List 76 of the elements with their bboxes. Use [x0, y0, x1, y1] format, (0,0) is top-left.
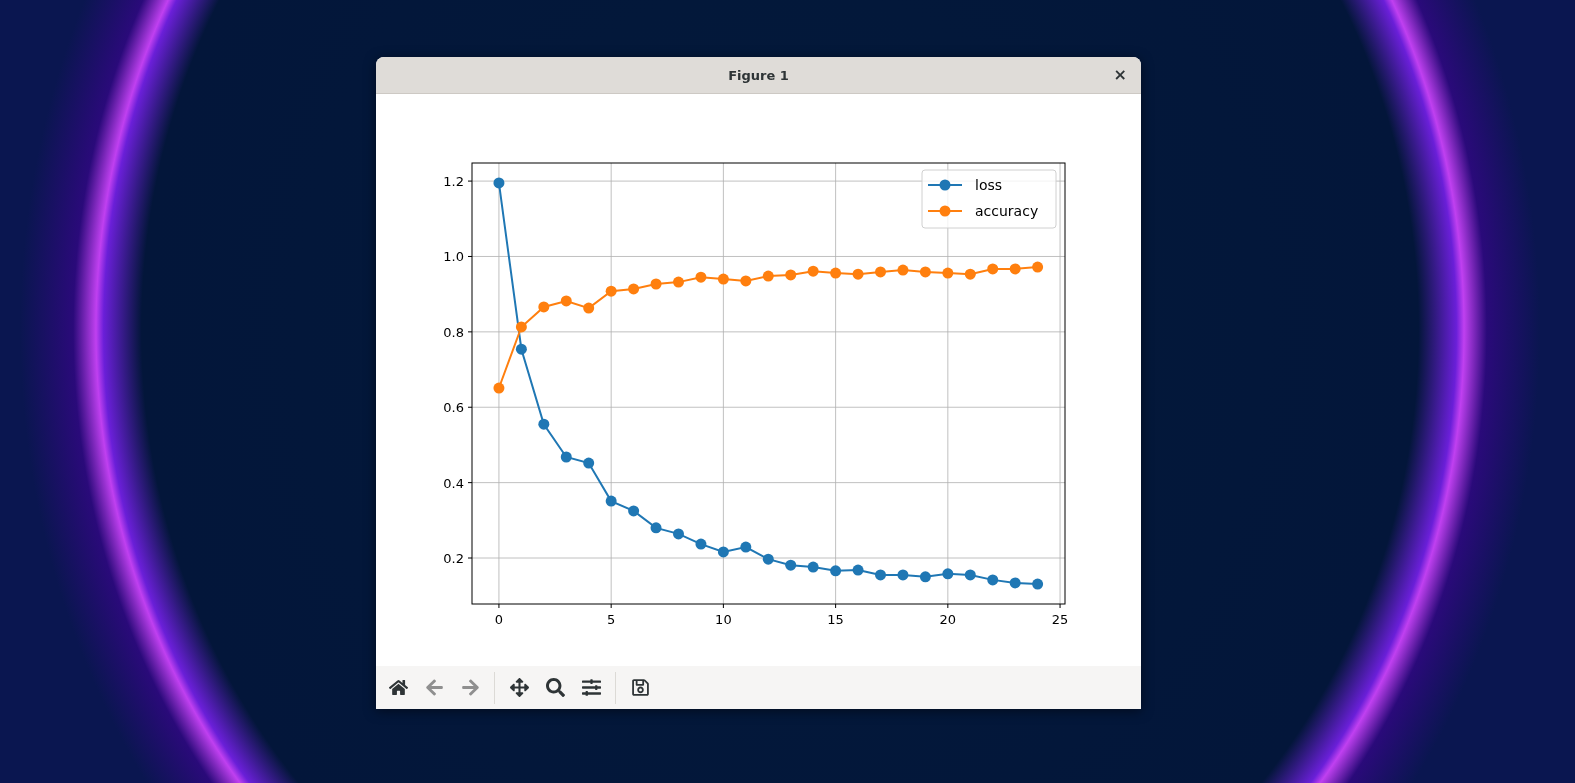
data-point: [695, 538, 707, 550]
y-tick-label: 0.8: [443, 324, 464, 340]
y-tick-label: 1.2: [443, 174, 464, 190]
data-point: [987, 263, 999, 275]
data-point: [605, 285, 617, 297]
data-point: [515, 321, 527, 333]
home-icon: [388, 678, 408, 697]
y-tick-label: 0.4: [443, 475, 464, 491]
data-point: [807, 561, 819, 573]
data-point: [987, 574, 999, 586]
data-point: [830, 565, 842, 577]
data-point: [628, 283, 640, 295]
legend-marker: [927, 179, 963, 191]
data-point: [650, 278, 662, 290]
data-point: [875, 266, 886, 278]
data-point: [605, 495, 617, 507]
data-point: [628, 505, 640, 517]
data-point: [785, 559, 797, 571]
data-point: [852, 564, 864, 576]
data-point: [560, 295, 572, 307]
data-point: [695, 271, 707, 283]
data-point: [964, 569, 976, 581]
forward-arrow-icon: [460, 678, 480, 697]
close-button[interactable]: ×: [1109, 65, 1131, 85]
legend-label: accuracy: [975, 203, 1039, 219]
pan-button[interactable]: [507, 675, 531, 700]
y-tick-label: 0.6: [443, 400, 464, 416]
data-point: [515, 343, 527, 355]
back-arrow-icon: [424, 678, 444, 697]
data-point: [762, 270, 774, 282]
search-icon: [545, 678, 565, 697]
data-point: [740, 541, 752, 553]
data-point: [942, 568, 954, 580]
data-point: [1032, 261, 1044, 273]
data-point: [740, 275, 752, 287]
move-arrows-icon: [509, 678, 529, 697]
legend-marker: [927, 205, 963, 217]
data-point: [897, 569, 909, 581]
x-tick-label: 10: [715, 612, 732, 627]
data-point: [964, 268, 976, 280]
x-tick-label: 15: [827, 612, 844, 627]
data-point: [538, 301, 550, 313]
x-tick-label: 5: [607, 612, 616, 627]
legend-label: loss: [975, 177, 1003, 193]
data-point: [717, 273, 729, 285]
data-point: [538, 418, 550, 430]
data-point: [583, 302, 595, 314]
data-point: [897, 264, 909, 276]
data-point: [673, 276, 684, 288]
x-tick-label: 20: [939, 612, 957, 627]
data-point: [762, 553, 774, 565]
sliders-icon: [581, 678, 601, 697]
data-point: [1009, 577, 1021, 589]
data-point: [560, 451, 572, 463]
data-point: [717, 546, 729, 558]
data-point: [493, 177, 505, 189]
data-point: [852, 268, 864, 280]
data-point: [919, 571, 931, 583]
data-point: [650, 522, 662, 534]
data-point: [807, 265, 819, 277]
data-point: [493, 382, 505, 394]
window-title: Figure 1: [728, 67, 789, 83]
zoom-button[interactable]: [543, 675, 567, 700]
data-point: [583, 457, 595, 469]
x-tick-label: 25: [1051, 612, 1069, 627]
data-point: [673, 528, 684, 540]
data-point: [942, 267, 954, 279]
data-point: [875, 569, 886, 581]
data-point: [830, 267, 842, 279]
data-point: [1009, 263, 1021, 275]
data-point: [919, 266, 931, 278]
x-tick-label: 0: [494, 612, 504, 627]
y-tick-label: 0.2: [443, 551, 464, 566]
data-point: [785, 269, 797, 281]
data-point: [1032, 578, 1044, 590]
y-tick-label: 1.0: [443, 249, 464, 265]
